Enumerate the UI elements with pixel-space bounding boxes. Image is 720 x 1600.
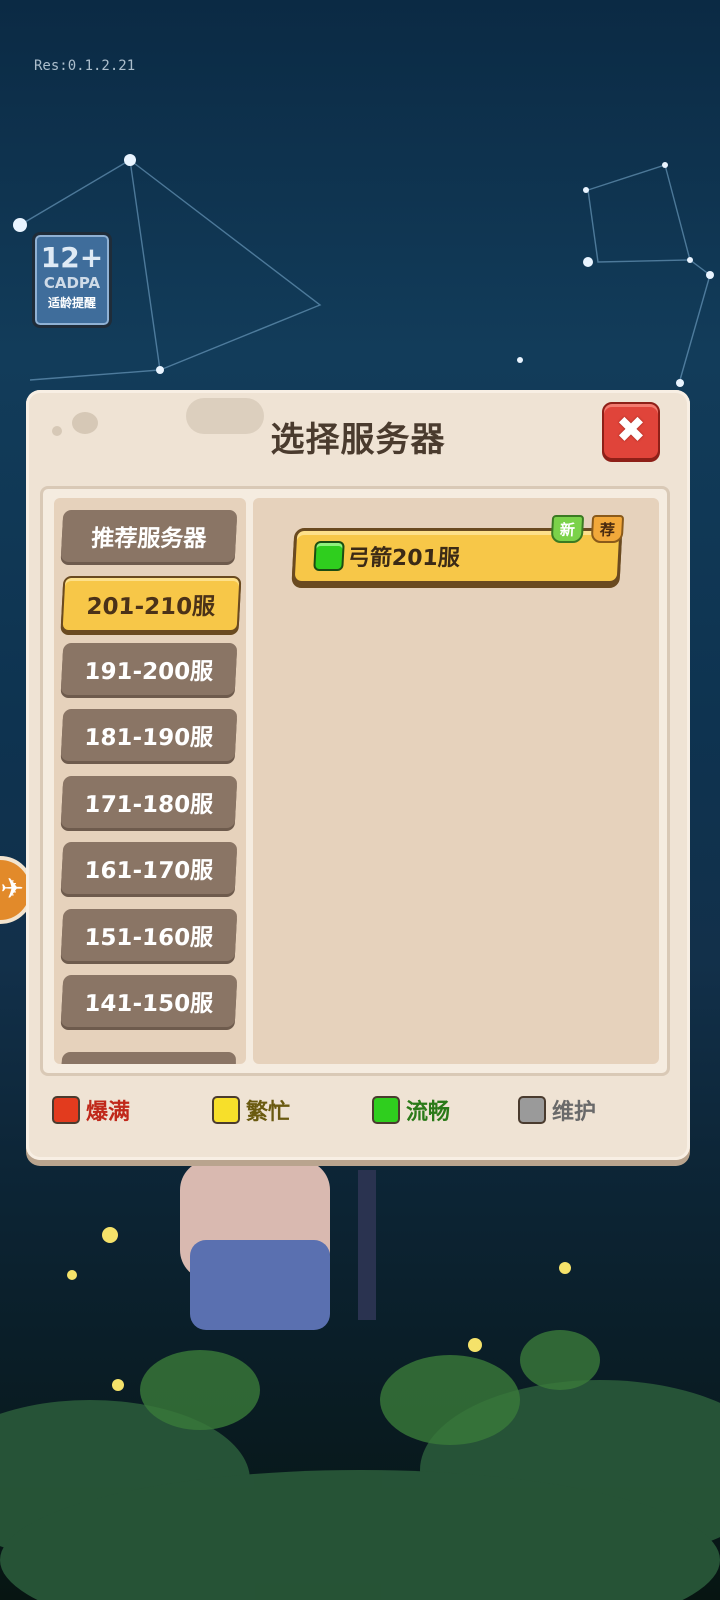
- recommended-badge: 荐: [590, 515, 625, 543]
- tab-161-170[interactable]: 161-170服: [60, 842, 238, 894]
- close-button[interactable]: ✖: [602, 402, 660, 460]
- smooth-status-icon: [372, 1096, 400, 1124]
- legend-maintenance: 维护: [518, 1094, 596, 1126]
- age-rating-note: 适龄提醒: [47, 296, 96, 310]
- server-item[interactable]: 弓箭201服 新 荐: [291, 515, 625, 584]
- tab-171-180[interactable]: 171-180服: [60, 776, 238, 828]
- server-select-dialog: 选择服务器 ✖ 推荐服务器 201-210服 191-200服 181-190服…: [26, 390, 690, 1160]
- dialog-title: 选择服务器: [270, 420, 446, 460]
- busy-status-icon: [212, 1096, 240, 1124]
- server-list: 弓箭201服 新 荐: [253, 498, 659, 1064]
- caveman-figure: [180, 1160, 376, 1330]
- full-status-icon: [52, 1096, 80, 1124]
- age-rating-badge: 12+ CADPA 适龄提醒: [32, 232, 112, 328]
- tab-201-210[interactable]: 201-210服: [60, 576, 242, 632]
- tab-141-150[interactable]: 141-150服: [60, 975, 238, 1027]
- legend-smooth: 流畅: [372, 1094, 450, 1126]
- tab-151-160[interactable]: 151-160服: [60, 909, 238, 961]
- server-panel: 推荐服务器 201-210服 191-200服 181-190服 171-180…: [40, 486, 670, 1076]
- tab-191-200[interactable]: 191-200服: [60, 643, 238, 695]
- close-icon: ✖: [615, 410, 647, 451]
- status-smooth-icon: [313, 541, 345, 571]
- maintenance-status-icon: [518, 1096, 546, 1124]
- tab-181-190[interactable]: 181-190服: [60, 709, 238, 761]
- status-legend: 爆满 繁忙 流畅 维护: [52, 1082, 672, 1132]
- age-rating-org: CADPA: [43, 274, 101, 292]
- version-label: Res:0.1.2.21: [34, 58, 136, 74]
- server-group-list[interactable]: 推荐服务器 201-210服 191-200服 181-190服 171-180…: [54, 498, 246, 1064]
- server-name: 弓箭201服: [347, 546, 461, 571]
- tab-recommended[interactable]: 推荐服务器: [60, 510, 238, 562]
- new-badge: 新: [550, 515, 585, 543]
- legend-busy: 繁忙: [212, 1094, 290, 1126]
- tab-next-partial[interactable]: [61, 1052, 237, 1064]
- legend-full: 爆满: [52, 1094, 130, 1126]
- age-rating-value: 12+: [40, 241, 104, 274]
